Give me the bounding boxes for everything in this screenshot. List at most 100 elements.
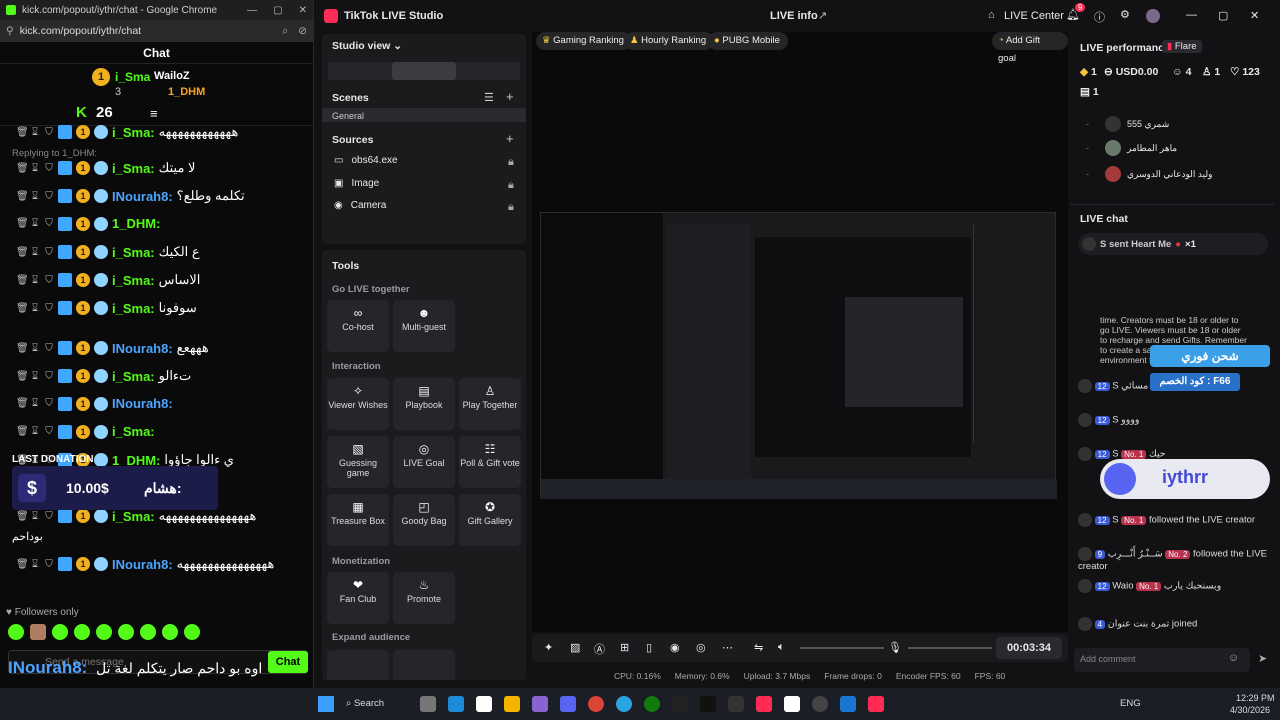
avatar[interactable] bbox=[1078, 547, 1092, 561]
chat-message[interactable]: 🗑︎ ⌛︎ ⛉ 1 INourah8: تكلمه وطلع؟ bbox=[16, 188, 245, 204]
shield-icon[interactable]: ⛉ bbox=[44, 398, 54, 409]
stream-icon[interactable]: ◎ bbox=[696, 641, 706, 654]
shield-icon[interactable]: ⛉ bbox=[44, 247, 54, 258]
a-icon[interactable]: Ⓐ bbox=[594, 641, 605, 657]
chat-username[interactable]: INourah8: bbox=[112, 557, 173, 572]
chat-message[interactable]: 🗑︎ ⌛︎ ⛉ 1 i_Sma: ههههههههههههه bbox=[16, 124, 238, 140]
live-chat-item[interactable]: 12 S No. 1 followed the LIVE creator bbox=[1078, 513, 1268, 527]
shield-icon[interactable]: ⛉ bbox=[44, 191, 54, 202]
chat-username[interactable]: i_Sma: bbox=[112, 125, 155, 140]
hourglass-icon[interactable]: ⌛︎ bbox=[30, 163, 40, 174]
hourglass-icon[interactable]: ⌛︎ bbox=[30, 275, 40, 286]
expand-tool[interactable] bbox=[327, 650, 389, 680]
hourly-ranking-chip[interactable]: ♟ Hourly Ranking bbox=[624, 32, 715, 50]
app-icon[interactable] bbox=[532, 696, 548, 712]
next-icon[interactable] bbox=[672, 696, 688, 712]
feed-user[interactable]: S bbox=[1112, 449, 1118, 460]
language-indicator[interactable]: ENG bbox=[1120, 698, 1141, 709]
emote-icon[interactable] bbox=[184, 624, 200, 640]
chat-message[interactable]: 🗑︎ ⌛︎ ⛉ 1 i_Sma: سوفونا bbox=[16, 300, 197, 316]
lock-icon[interactable]: 🔒︎ bbox=[508, 201, 514, 214]
trash-icon[interactable]: 🗑︎ bbox=[16, 127, 29, 138]
trash-icon[interactable]: 🗑︎ bbox=[16, 303, 29, 314]
feed-user[interactable]: S bbox=[1112, 381, 1118, 392]
play-together-tool[interactable]: ♙ Play Together bbox=[459, 378, 521, 430]
source-item[interactable]: ◉ Camera bbox=[334, 200, 386, 211]
live-center-button[interactable]: LIVE Center bbox=[1004, 10, 1064, 22]
flare-badge[interactable]: ▮ Flare bbox=[1162, 40, 1202, 53]
shield-icon[interactable]: ⛉ bbox=[44, 163, 54, 174]
add-scene-icon[interactable]: + bbox=[506, 89, 514, 104]
trash-icon[interactable]: 🗑︎ bbox=[16, 247, 29, 258]
hourglass-icon[interactable]: ⌛︎ bbox=[30, 398, 40, 409]
emote-icon[interactable] bbox=[52, 624, 68, 640]
effects-icon[interactable]: ✦ bbox=[544, 641, 553, 654]
minimize-icon[interactable]: — bbox=[247, 5, 257, 16]
trash-icon[interactable]: 🗑︎ bbox=[16, 511, 29, 522]
shield-icon[interactable]: ⛉ bbox=[44, 371, 54, 382]
minimize-icon[interactable]: — bbox=[1186, 9, 1197, 21]
obs-icon[interactable] bbox=[812, 696, 828, 712]
shield-icon[interactable]: ⛉ bbox=[44, 511, 54, 522]
chat-message[interactable]: 🗑︎ ⌛︎ ⛉ 1 i_Sma: تءالو bbox=[16, 368, 191, 384]
feed-user[interactable]: سَــنْـرُ أَنْـــرِب bbox=[1108, 549, 1163, 560]
share-icon[interactable]: ↗ bbox=[818, 9, 827, 22]
chat-message[interactable]: 🗑︎ ⌛︎ ⛉ 1 i_Sma: لا ميتك bbox=[16, 160, 195, 176]
live-chat-item[interactable]: 12 S No. 1 حيك bbox=[1078, 447, 1268, 461]
help-icon[interactable]: ⓘ bbox=[1094, 9, 1105, 25]
chat-username[interactable]: 1_DHM: bbox=[112, 216, 160, 231]
xbox-icon[interactable] bbox=[644, 696, 660, 712]
feed-user[interactable]: تمرة بنت عنوان bbox=[1108, 619, 1170, 630]
avatar[interactable] bbox=[1078, 617, 1092, 631]
add-comment-input[interactable]: Add comment ☺ bbox=[1074, 648, 1250, 672]
app-icon[interactable] bbox=[756, 696, 772, 712]
guessing-game-tool[interactable]: ▧ Guessing game bbox=[327, 436, 389, 488]
avatar[interactable] bbox=[1078, 379, 1092, 393]
chat-message[interactable]: 🗑︎ ⌛︎ ⛉ 1 INourah8: هههههههههههههههه bbox=[16, 556, 274, 572]
trash-icon[interactable]: 🗑︎ bbox=[16, 559, 29, 570]
hourglass-icon[interactable]: ⌛︎ bbox=[30, 218, 40, 229]
chat-username[interactable]: i_Sma: bbox=[112, 245, 155, 260]
poll-gift-vote-tool[interactable]: ☷ Poll & Gift vote bbox=[459, 436, 521, 488]
chat-message[interactable]: 🗑︎ ⌛︎ ⛉ 1 1_DHM: bbox=[16, 216, 164, 231]
maximize-icon[interactable]: ▢ bbox=[273, 5, 282, 16]
trash-icon[interactable]: 🗑︎ bbox=[16, 275, 29, 286]
live-chat-item[interactable]: 9 سَــنْـرُ أَنْـــرِب No. 2 followed th… bbox=[1078, 547, 1268, 572]
hourglass-icon[interactable]: ⌛︎ bbox=[30, 426, 40, 437]
task-view-icon[interactable] bbox=[420, 696, 436, 712]
close-icon[interactable]: ✕ bbox=[299, 5, 307, 16]
live-chat-item[interactable]: 12 S مسائي bbox=[1078, 379, 1268, 393]
feed-user[interactable]: S bbox=[1112, 515, 1118, 526]
menu-icon[interactable]: ≡ bbox=[150, 106, 158, 121]
emote-icon[interactable] bbox=[30, 624, 46, 640]
tiktok-icon[interactable] bbox=[700, 696, 716, 712]
chat-username[interactable]: INourah8: bbox=[112, 341, 173, 356]
hourglass-icon[interactable]: ⌛︎ bbox=[30, 559, 40, 570]
emote-icon[interactable] bbox=[8, 624, 24, 640]
chat-username[interactable]: i_Sma: bbox=[112, 273, 155, 288]
mic-slider[interactable] bbox=[908, 647, 992, 649]
close-icon[interactable]: ✕ bbox=[1250, 9, 1259, 22]
hourglass-icon[interactable]: ⌛︎ bbox=[30, 247, 40, 258]
app-icon[interactable] bbox=[840, 696, 856, 712]
add-source-icon[interactable]: + bbox=[506, 131, 514, 146]
list-icon[interactable]: ☰ bbox=[484, 91, 494, 104]
clock-time[interactable]: 12:29 PM bbox=[1236, 693, 1275, 703]
record-icon[interactable]: ◉ bbox=[670, 641, 680, 654]
expand-tool[interactable] bbox=[393, 650, 455, 680]
shield-icon[interactable]: ⛉ bbox=[44, 275, 54, 286]
lock-icon[interactable]: 🔒︎ bbox=[508, 156, 514, 169]
chat-username[interactable]: i_Sma: bbox=[112, 509, 155, 524]
chat-message[interactable]: 🗑︎ ⌛︎ ⛉ 1 i_Sma: الاساس bbox=[16, 272, 200, 288]
emoji-icon[interactable]: ☺ bbox=[1228, 652, 1239, 664]
promote-tool[interactable]: ♨ Promote bbox=[393, 572, 455, 624]
app-icon[interactable] bbox=[728, 696, 744, 712]
live-goal-tool[interactable]: ◎ LIVE Goal bbox=[393, 436, 455, 488]
folder-icon[interactable] bbox=[504, 696, 520, 712]
site-info-icon[interactable]: ⚲ bbox=[6, 25, 14, 37]
source-item[interactable]: ▣ Image bbox=[334, 178, 379, 189]
live-info-button[interactable]: LIVE info bbox=[770, 10, 818, 22]
home-icon[interactable]: ⌂ bbox=[988, 9, 995, 21]
chat-message[interactable]: 🗑︎ ⌛︎ ⛉ 1 INourah8: bbox=[16, 396, 177, 411]
app-icon[interactable] bbox=[784, 696, 800, 712]
